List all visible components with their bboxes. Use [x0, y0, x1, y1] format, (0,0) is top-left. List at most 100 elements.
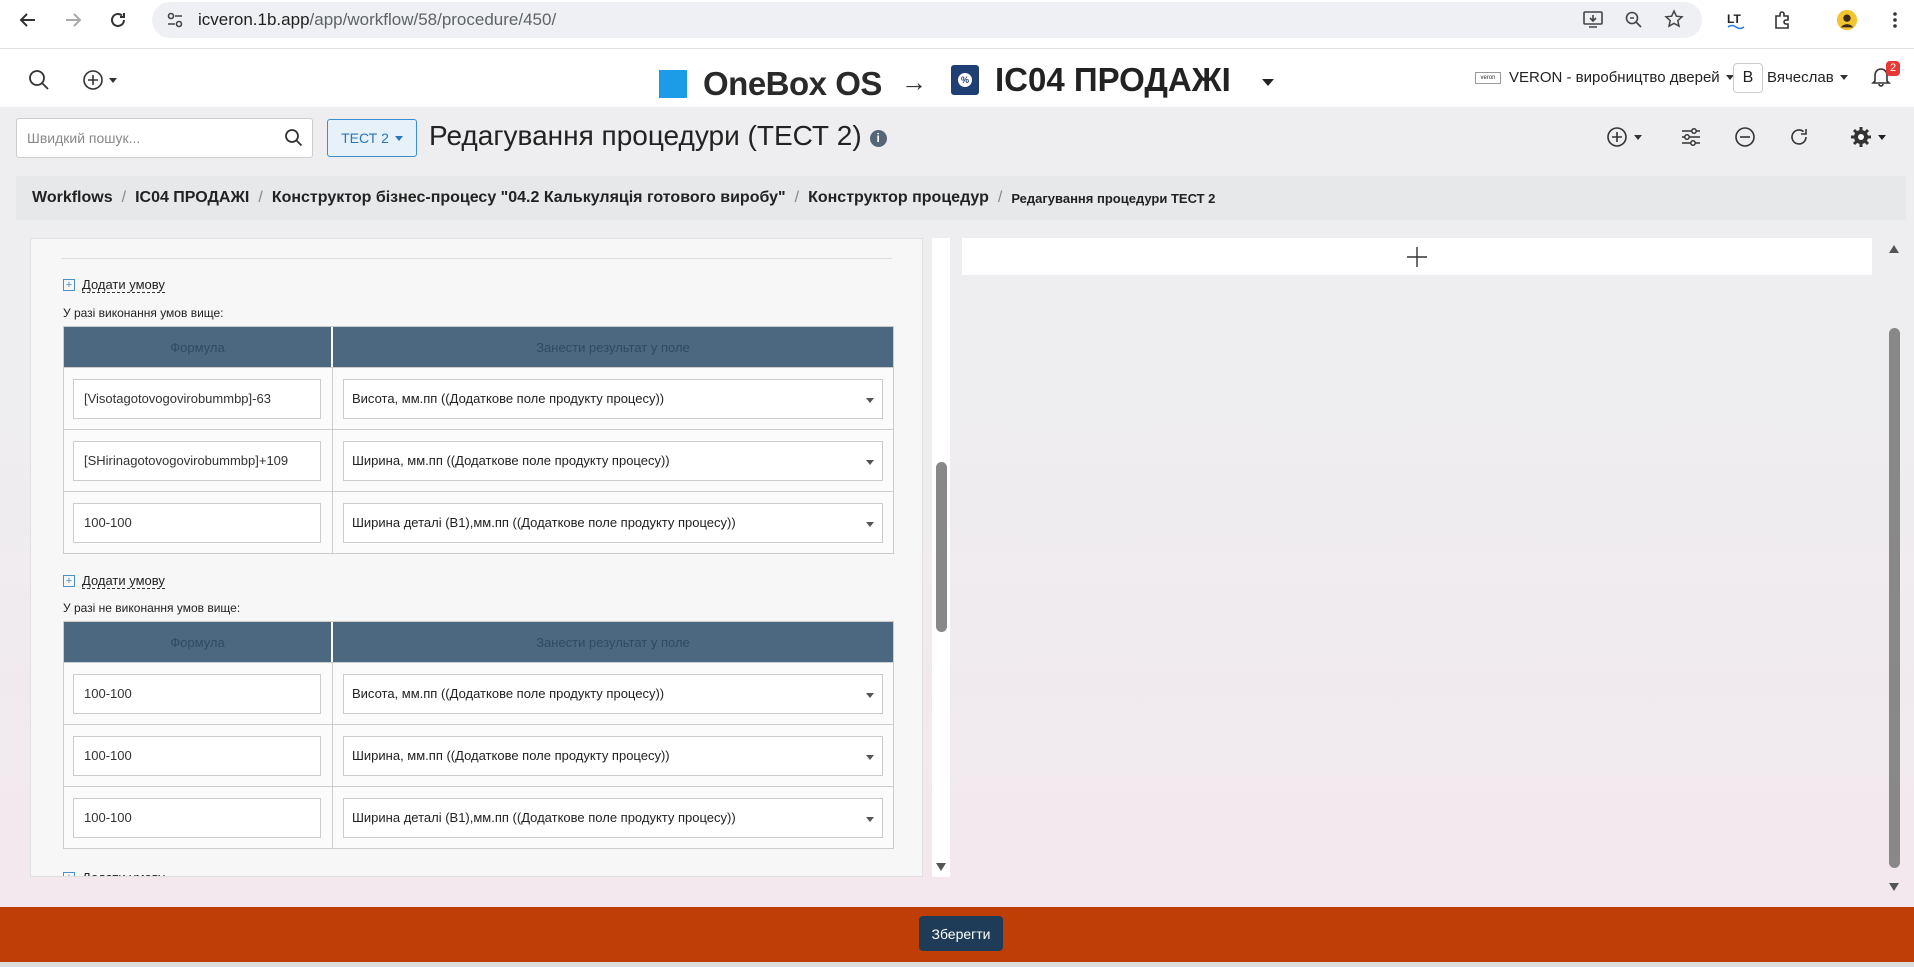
section-false-label: У разі не виконання умов вище:: [63, 601, 241, 615]
procedure-tag-dropdown[interactable]: ТЕСТ 2: [327, 119, 417, 157]
breadcrumb-process-builder[interactable]: Конструктор бізнес-процесу "04.2 Калькул…: [272, 189, 786, 207]
notification-badge: 2: [1886, 61, 1901, 76]
dropdown-arrow-icon: [866, 692, 874, 698]
breadcrumb-procedure-builder[interactable]: Конструктор процедур: [808, 189, 989, 207]
column-header-result: Занести результат у поле: [536, 634, 690, 650]
plus-icon: +: [63, 575, 75, 587]
url-text: icveron.1b.app/app/workflow/58/procedure…: [198, 10, 556, 30]
company-switcher[interactable]: veron VERON - виробництво дверей: [1475, 69, 1734, 86]
chevron-down-icon: [1634, 134, 1642, 140]
tag-label: ТЕСТ 2: [341, 130, 389, 146]
scroll-down-icon[interactable]: [935, 862, 947, 872]
search-input[interactable]: [17, 119, 267, 157]
scrollbar-thumb[interactable]: [1889, 328, 1900, 868]
column-header-formula: Формула: [64, 327, 333, 367]
global-search-icon[interactable]: [28, 69, 50, 96]
select-value: Висота, мм.пп ((Додаткове поле продукту …: [352, 391, 665, 406]
create-menu-button[interactable]: [82, 69, 117, 91]
chevron-down-icon: [1839, 75, 1848, 80]
formula-input[interactable]: 100-100: [73, 502, 321, 543]
brand-name: OneBox OS: [703, 65, 882, 102]
column-header-result: Занести результат у поле: [536, 339, 690, 355]
minus-circle-icon[interactable]: [1734, 126, 1756, 148]
breadcrumb-separator: /: [997, 189, 1003, 206]
scroll-down-icon[interactable]: [1888, 882, 1900, 892]
add-condition-button[interactable]: + Додати умову: [63, 573, 165, 589]
plus-icon: +: [63, 279, 75, 291]
breadcrumb-current: Редагування процедури ТЕСТ 2: [1011, 190, 1216, 206]
save-button[interactable]: Зберегти: [919, 916, 1003, 951]
scrollbar-thumb[interactable]: [936, 462, 947, 632]
address-bar[interactable]: icveron.1b.app/app/workflow/58/procedure…: [152, 2, 1702, 38]
scroll-up-icon[interactable]: [1888, 244, 1900, 254]
formula-input[interactable]: 100-100: [73, 797, 321, 838]
extensions-puzzle-icon[interactable]: [1771, 9, 1793, 31]
site-settings-icon[interactable]: [166, 11, 184, 34]
back-arrow-icon[interactable]: [17, 9, 39, 31]
filter-settings-icon[interactable]: [1680, 126, 1702, 148]
formula-input[interactable]: [Visotagotovogovirobummbp]-63: [73, 378, 321, 419]
info-icon[interactable]: i: [869, 129, 887, 147]
page-title: Редагування процедури (ТЕСТ 2) i: [429, 120, 887, 152]
table-row: 100-100 Ширина деталі (В1),мм.пп ((Додат…: [64, 786, 893, 848]
company-logo-icon: veron: [1475, 71, 1501, 84]
plus-icon: +: [63, 872, 75, 876]
install-app-icon[interactable]: [1582, 10, 1604, 35]
profile-avatar-icon[interactable]: [1836, 9, 1858, 31]
user-menu[interactable]: Вячеслав: [1767, 69, 1848, 86]
forward-arrow-icon[interactable]: [62, 9, 84, 31]
editor-scrollbar[interactable]: [932, 238, 950, 877]
formula-input[interactable]: 100-100: [73, 673, 321, 714]
workspace-chevron-icon[interactable]: [1262, 79, 1274, 86]
select-value: Ширина, мм.пп ((Додаткове поле продукту …: [352, 453, 670, 468]
crosshair-plus-icon[interactable]: [1406, 246, 1428, 268]
result-field-select[interactable]: Ширина, мм.пп ((Додаткове поле продукту …: [343, 735, 883, 776]
breadcrumb-workflows[interactable]: Workflows: [32, 189, 113, 207]
browser-menu-icon[interactable]: [1884, 9, 1906, 31]
refresh-icon[interactable]: [1788, 126, 1810, 148]
chevron-down-icon: [109, 77, 117, 83]
result-field-select[interactable]: Ширина, мм.пп ((Додаткове поле продукту …: [343, 440, 883, 481]
result-field-select[interactable]: Ширина деталі (В1),мм.пп ((Додаткове пол…: [343, 797, 883, 838]
canvas-scrollbar[interactable]: [1885, 238, 1903, 898]
breadcrumb-separator: /: [121, 189, 127, 206]
quick-search: [16, 118, 313, 158]
add-condition-button[interactable]: + Додати умову: [63, 870, 165, 876]
reload-icon[interactable]: [107, 9, 129, 31]
result-field-select[interactable]: Ширина деталі (В1),мм.пп ((Додаткове пол…: [343, 502, 883, 543]
workspace-name[interactable]: IC04 ПРОДАЖІ: [995, 61, 1231, 99]
result-field-select[interactable]: Висота, мм.пп ((Додаткове поле продукту …: [343, 378, 883, 419]
true-actions-table: Формула Занести результат у поле [Visota…: [63, 326, 894, 554]
plus-circle-icon: [1607, 127, 1627, 147]
select-value: Ширина деталі (В1),мм.пп ((Додаткове пол…: [352, 810, 736, 825]
settings-menu-button[interactable]: [1850, 126, 1886, 148]
add-condition-label: Додати умову: [82, 277, 165, 293]
diagram-canvas[interactable]: [962, 238, 1872, 275]
add-condition-label: Додати умову: [82, 870, 165, 876]
divider: [61, 258, 892, 259]
table-row: [SHirinagotovogovirobummbp]+109 Ширина, …: [64, 429, 893, 491]
breadcrumb-separator: /: [258, 189, 263, 206]
breadcrumb-workspace[interactable]: IC04 ПРОДАЖІ: [135, 189, 249, 207]
add-action-button[interactable]: [1606, 126, 1642, 148]
user-avatar[interactable]: В: [1733, 63, 1763, 93]
zoom-icon[interactable]: [1624, 10, 1644, 35]
formula-input[interactable]: [SHirinagotovogovirobummbp]+109: [73, 440, 321, 481]
add-condition-button[interactable]: + Додати умову: [63, 277, 165, 293]
dropdown-arrow-icon: [866, 754, 874, 760]
bottom-strip: [0, 962, 1914, 967]
brand-logo[interactable]: OneBox OS: [659, 65, 882, 103]
select-value: Ширина деталі (В1),мм.пп ((Додаткове пол…: [352, 515, 736, 530]
column-header-formula: Формула: [64, 622, 333, 662]
result-field-select[interactable]: Висота, мм.пп ((Додаткове поле продукту …: [343, 673, 883, 714]
bookmark-star-icon[interactable]: [1664, 9, 1684, 34]
table-header: Формула Занести результат у поле: [64, 327, 893, 367]
browser-toolbar: icveron.1b.app/app/workflow/58/procedure…: [0, 0, 1914, 40]
company-name: VERON - виробництво дверей: [1509, 69, 1720, 86]
section-true-label: У разі виконання умов вище:: [63, 306, 224, 320]
extension-lt-icon[interactable]: LT: [1726, 9, 1748, 31]
formula-input[interactable]: 100-100: [73, 735, 321, 776]
plus-circle-icon: [83, 70, 103, 90]
search-icon[interactable]: [284, 128, 304, 153]
user-name: Вячеслав: [1767, 69, 1834, 86]
